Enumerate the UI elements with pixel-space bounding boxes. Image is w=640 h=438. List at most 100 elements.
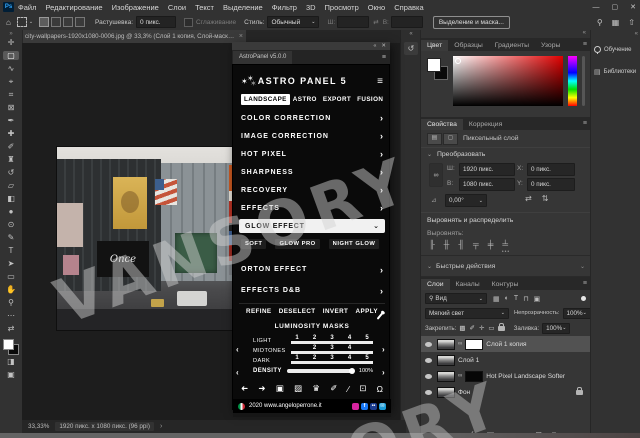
learn-button[interactable]: Обучение — [594, 42, 638, 57]
mask-cell[interactable]: 2 — [313, 345, 317, 351]
marquee-tool-icon[interactable]: ▢ — [3, 51, 19, 60]
share-icon[interactable]: ⇧ — [628, 18, 635, 27]
vignette-icon[interactable]: ▣ — [276, 383, 284, 394]
status-arrow-icon[interactable]: › — [160, 423, 162, 430]
footer-site-text[interactable]: 2020 www.angeloperrone.it — [249, 403, 348, 409]
swap-colors-icon[interactable]: ⇄ — [3, 324, 19, 333]
mask-cell[interactable]: 4 — [348, 355, 352, 361]
visibility-eye-icon[interactable] — [425, 358, 432, 363]
blend-mode-dropdown[interactable]: Мягкий свет ⌄ — [425, 308, 509, 319]
zoom-level-field[interactable]: 33,33% — [28, 423, 49, 430]
workspace-icon[interactable]: ▦ — [612, 18, 620, 27]
filter-light-toggle[interactable] — [581, 296, 586, 301]
tab-astro[interactable]: ASTRO — [290, 94, 320, 105]
flip-horizontal-icon[interactable]: ⇄ — [525, 194, 532, 203]
density-slider[interactable] — [287, 369, 354, 373]
history-panel-icon[interactable]: ↺ — [404, 42, 418, 55]
mask-cell[interactable]: 2 — [313, 335, 317, 341]
menu-select[interactable]: Выделение — [223, 3, 263, 12]
selection-add-icon[interactable] — [51, 17, 61, 27]
move-tool-icon[interactable]: ✛ — [3, 38, 19, 47]
type-tool-icon[interactable]: T — [3, 246, 19, 255]
path-selection-tool-icon[interactable]: ➤ — [3, 259, 19, 268]
width-value-field[interactable]: 1920 пикс. — [459, 163, 515, 176]
layer-thumbnail[interactable] — [437, 387, 455, 398]
refine-button[interactable]: REFINE — [246, 308, 272, 315]
hand-tool-icon[interactable]: ✋ — [3, 285, 19, 294]
mask-cell[interactable]: 3 — [330, 335, 334, 341]
layer-filter-dropdown[interactable]: ⚲ Вид ⌄ — [425, 293, 487, 304]
mask-cell[interactable]: 5 — [365, 335, 369, 341]
angle-field[interactable]: 0,00° ⌄ — [445, 194, 487, 207]
link-dimensions-icon[interactable]: ∞ — [429, 163, 443, 187]
opacity-field[interactable]: 100% ⌄ — [563, 308, 591, 319]
invert-button[interactable]: INVERT — [323, 308, 349, 315]
panel-tab[interactable]: Градиенты — [489, 40, 535, 51]
support-icon[interactable]: Ω — [377, 384, 383, 394]
quick-mask-icon[interactable]: ◨ — [3, 357, 19, 366]
tab-fusion[interactable]: FUSION — [354, 94, 386, 105]
section-collapse-icon[interactable]: ⌄ — [427, 151, 432, 158]
quick-actions-section[interactable]: ⌄ Быстрые действия ⌄ — [421, 255, 591, 277]
visibility-eye-icon[interactable] — [425, 390, 432, 395]
edit-toolbar-icon[interactable]: ⋯ — [3, 311, 19, 320]
maximize-icon[interactable]: ▢ — [612, 3, 619, 11]
align-bottom-icon[interactable]: ╧ — [502, 240, 508, 249]
layers-panel-menu-icon[interactable]: ≡ — [583, 280, 587, 287]
marquee-tool-preset-icon[interactable] — [17, 17, 27, 27]
brush-icon[interactable]: ✐ — [330, 383, 337, 394]
menu-image[interactable]: Изображение — [112, 3, 159, 12]
menu-file[interactable]: Файл — [18, 3, 36, 12]
layer-row[interactable]: ∞ Слой 1 — [421, 352, 591, 368]
eyedropper-tool-icon[interactable]: ✒ — [3, 116, 19, 125]
fill-field[interactable]: 100% ⌄ — [542, 323, 570, 334]
mask-cell[interactable]: 5 — [365, 355, 369, 361]
menu-help[interactable]: Справка — [394, 3, 423, 12]
glow-pro-button[interactable]: GLOW PRO — [275, 239, 319, 249]
align-center-h-icon[interactable]: ╫ — [444, 240, 450, 249]
panel-tab[interactable]: Цвет — [421, 40, 448, 51]
menu-view[interactable]: Просмотр — [325, 3, 359, 12]
tab-close-icon[interactable]: × — [239, 33, 243, 40]
lock-pixels-icon[interactable]: ✐ — [470, 324, 475, 332]
levels-icon[interactable]: ▨ — [294, 383, 302, 394]
astropanel-menu-icon[interactable]: ≡ — [377, 76, 383, 87]
align-center-v-icon[interactable]: ╪ — [488, 240, 494, 249]
properties-panel-menu-icon[interactable]: ≡ — [583, 120, 587, 127]
style-dropdown[interactable]: Обычный ⌄ — [267, 16, 319, 28]
tab-landscape[interactable]: LANDSCAPE — [241, 94, 290, 105]
history-brush-tool-icon[interactable]: ↺ — [3, 168, 19, 177]
hue-slider[interactable] — [568, 56, 577, 106]
swap-dimensions-icon[interactable]: ⇄ — [373, 18, 378, 26]
zoom-tool-icon[interactable]: ⚲ — [3, 298, 19, 307]
libraries-button[interactable]: ▤ Библиотеки — [594, 64, 638, 79]
tab-export[interactable]: EXPORT — [320, 94, 354, 105]
mask-cell[interactable]: 1 — [295, 335, 299, 341]
lock-artboard-icon[interactable]: ▭ — [488, 324, 494, 332]
crop-tool-icon[interactable]: ⌗ — [3, 90, 19, 99]
selection-intersect-icon[interactable] — [75, 17, 85, 27]
align-left-icon[interactable]: ╟ — [429, 240, 435, 249]
healing-brush-tool-icon[interactable]: ✚ — [3, 129, 19, 138]
shape-tool-icon[interactable]: ▭ — [3, 272, 19, 281]
brush-tool-icon[interactable]: ✐ — [3, 142, 19, 151]
frame-tool-icon[interactable]: ⊠ — [3, 103, 19, 112]
dodge-tool-icon[interactable]: ⊙ — [3, 220, 19, 229]
line-icon[interactable]: ∕ — [348, 384, 349, 394]
color-panel-menu-icon[interactable]: ≡ — [583, 41, 587, 48]
crown-icon[interactable]: ♛ — [312, 383, 320, 394]
astropanel-tab[interactable]: AstroPanel v5.0.0 — [233, 51, 292, 64]
close-icon[interactable]: ✕ — [630, 3, 636, 11]
density-next-icon[interactable]: › — [382, 368, 385, 377]
scrollbar[interactable] — [582, 56, 585, 106]
menu-window[interactable]: Окно — [368, 3, 385, 12]
eyedropper-icon[interactable] — [376, 311, 384, 321]
panel-tab[interactable]: Свойства — [421, 119, 463, 130]
filter-adjustment-icon[interactable]: ◐ — [505, 295, 509, 302]
antialias-checkbox[interactable] — [184, 18, 193, 27]
selection-subtract-icon[interactable] — [63, 17, 73, 27]
blur-tool-icon[interactable]: ● — [3, 207, 19, 216]
document-tab[interactable]: city-wallpapers-1920x1080-0006.jpg @ 33,… — [22, 30, 246, 43]
flickr-icon[interactable]: •• — [370, 403, 377, 410]
lock-transparent-icon[interactable]: ▩ — [459, 324, 465, 332]
